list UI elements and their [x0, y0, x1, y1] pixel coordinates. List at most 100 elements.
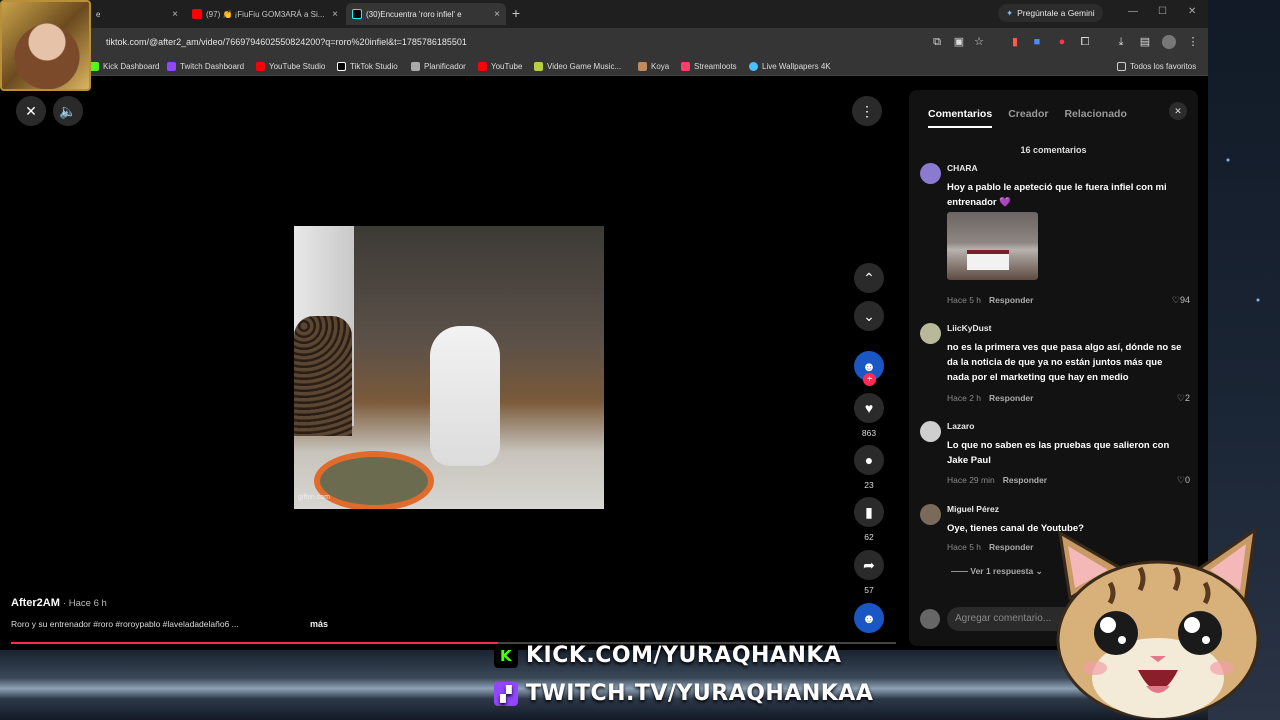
bookmark-youtube[interactable]: YouTube [478, 59, 522, 73]
bookmark-tiktok-studio[interactable]: TikTok Studio [337, 59, 398, 73]
next-video[interactable]: ⌄ [852, 301, 886, 331]
view-replies-label: Ver 1 respuesta [970, 566, 1034, 576]
screen: { "browser": { "tabs": [ {"label": "e", … [0, 0, 1280, 720]
youtube-icon [192, 9, 202, 19]
cat-mascot-image [1056, 528, 1260, 720]
profile-avatar[interactable] [1162, 35, 1176, 49]
menu-icon[interactable]: ⋮ [1186, 35, 1200, 49]
bookmark-live-wallpapers[interactable]: Live Wallpapers 4K [749, 59, 831, 73]
new-tab-button[interactable]: + [508, 5, 524, 21]
comment-meta: Hace 5 h Responder [947, 295, 1033, 305]
twitch-icon: ▞ [494, 681, 518, 706]
bookmark-label: Streamloots [694, 61, 737, 71]
bookmark-streamloots[interactable]: Streamloots [681, 59, 737, 73]
comment-user[interactable]: CHARA [947, 163, 978, 173]
heart-outline-icon: ♡ [1171, 295, 1180, 305]
chevron-up-icon: ⌃ [854, 263, 884, 293]
bookmark-twitch-dashboard[interactable]: Twitch Dashboard [167, 59, 244, 73]
extension-2-icon[interactable]: ■ [1030, 35, 1044, 49]
comment-time: Hace 5 h [947, 542, 982, 552]
webcam-overlay [0, 0, 91, 91]
avatar[interactable] [920, 163, 941, 184]
bookmark-star-icon[interactable]: ☆ [972, 35, 986, 49]
creator-avatar[interactable]: ☻ + [852, 351, 886, 386]
tab-close-icon[interactable]: × [494, 9, 500, 20]
address-bar[interactable]: tiktok.com/@after2_am/video/766979460255… [94, 32, 994, 52]
extensions-icon[interactable]: ⧠ [1078, 35, 1092, 49]
video-frame-cat [430, 326, 500, 466]
extension-3-icon[interactable]: ● [1055, 35, 1069, 49]
bookmark-youtube-studio[interactable]: YouTube Studio [256, 59, 325, 73]
comment-user[interactable]: Miguel Pérez [947, 504, 999, 514]
share-icon: ➦ [854, 550, 884, 580]
browser-window: e × (97) 👏 ¡FiuFiu GOM3ARÁ a Si... × (30… [0, 0, 1208, 656]
tab-tiktok[interactable]: (30)Encuentra 'roro infiel' e × [346, 3, 506, 25]
comment-text: Hoy a pablo le apeteció que le fuera inf… [947, 182, 1167, 208]
gemini-button[interactable]: ✦ Pregúntale a Gemini [998, 4, 1103, 22]
avatar[interactable] [920, 421, 941, 442]
video-description: Roro y su entrenador #roro #roroypablo #… [11, 619, 239, 629]
bookmark-planificador[interactable]: Planificador [411, 59, 466, 73]
view-replies[interactable]: —— Ver 1 respuesta ⌄ [951, 566, 1043, 577]
prev-video[interactable]: ⌃ [852, 263, 886, 293]
bookmark-label: YouTube Studio [269, 61, 326, 71]
panel-tabs: Comentarios Creador Relacionado [928, 108, 1127, 128]
reply-button[interactable]: Responder [989, 542, 1033, 552]
sound-avatar[interactable]: ☻ [852, 603, 886, 633]
comment-user[interactable]: Lazaro [947, 421, 974, 431]
comment-image[interactable] [947, 212, 1038, 280]
reply-button[interactable]: Responder [1003, 475, 1047, 485]
tab-close-icon[interactable]: × [332, 9, 338, 20]
download-icon[interactable]: ⤓ [1114, 35, 1128, 49]
close-video-icon[interactable]: ✕ [16, 96, 46, 126]
comment-like[interactable]: ♡0 [1177, 475, 1190, 486]
tab-youtube[interactable]: (97) 👏 ¡FiuFiu GOM3ARÁ a Si... × [186, 3, 344, 25]
avatar[interactable] [920, 504, 941, 525]
tab-1[interactable]: e × [90, 3, 184, 25]
reply-button[interactable]: Responder [989, 393, 1033, 403]
tab-creator[interactable]: Creador [1008, 108, 1048, 128]
close-window-icon[interactable]: ✕ [1188, 6, 1196, 17]
comment-like[interactable]: ♡2 [1177, 393, 1190, 404]
tiktok-icon [352, 9, 362, 19]
maximize-icon[interactable]: ☐ [1158, 6, 1167, 17]
like-action[interactable]: ♥ 863 [852, 393, 886, 438]
comment-time: Hace 5 h [947, 295, 982, 305]
bookmark-video-game-music[interactable]: Video Game Music... [534, 59, 621, 73]
more-options-icon[interactable]: ⋮ [852, 96, 882, 126]
bookmark-koya[interactable]: Koya [638, 59, 669, 73]
volume-icon[interactable]: 🔈 [53, 96, 83, 126]
share-action[interactable]: ➦ 57 [852, 550, 886, 595]
close-panel-icon[interactable]: ✕ [1169, 102, 1187, 120]
comment-user[interactable]: LiicKyDust [947, 323, 991, 333]
follow-plus-icon[interactable]: + [863, 373, 876, 386]
divider: —— [951, 566, 971, 576]
minimize-icon[interactable]: — [1128, 6, 1138, 17]
all-bookmarks[interactable]: Todos los favoritos [1117, 59, 1196, 73]
comment-like[interactable]: ♡94 [1172, 295, 1190, 306]
video-frame-chair [294, 316, 352, 436]
address-toolbar: tiktok.com/@after2_am/video/766979460255… [0, 28, 1208, 56]
bookmark-kick-dashboard[interactable]: Kick Dashboard [90, 59, 159, 73]
video-author[interactable]: After2AM · Hace 6 h [11, 597, 107, 609]
tiktok-icon [337, 61, 346, 71]
tab-label: (97) 👏 ¡FiuFiu GOM3ARÁ a Si... [206, 9, 325, 19]
more-link[interactable]: más [310, 619, 328, 629]
save-action[interactable]: ▮ 62 [852, 497, 886, 542]
cast-icon[interactable]: ▣ [952, 35, 966, 49]
translate-icon[interactable]: ⧉ [930, 35, 944, 49]
twitch-icon [167, 61, 176, 71]
comment-action[interactable]: ● 23 [852, 445, 886, 490]
tab-close-icon[interactable]: × [172, 9, 178, 20]
tab-related[interactable]: Relacionado [1064, 108, 1126, 128]
extension-1-icon[interactable]: ▮ [1008, 35, 1022, 49]
bookmark-label: Live Wallpapers 4K [762, 61, 831, 71]
video-player[interactable]: gifbin.com [294, 226, 604, 509]
avatar[interactable] [920, 323, 941, 344]
tab-comments[interactable]: Comentarios [928, 108, 993, 128]
reply-button[interactable]: Responder [989, 295, 1033, 305]
sidepanel-icon[interactable]: ▤ [1138, 35, 1152, 49]
music-disc-icon: ☻ [854, 603, 884, 633]
comment-count: 23 [864, 480, 874, 490]
avatar [920, 609, 940, 629]
